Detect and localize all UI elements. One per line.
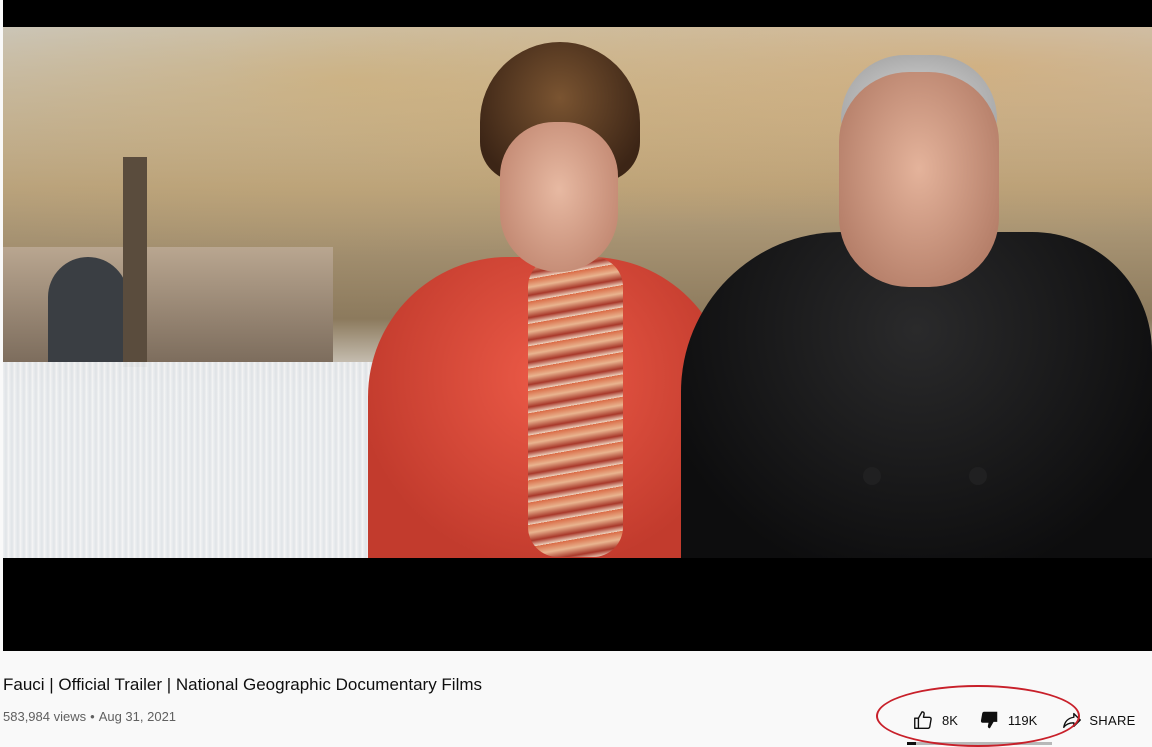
background-arch	[48, 257, 128, 362]
video-title: Fauci | Official Trailer | National Geog…	[3, 675, 483, 694]
thumb-up-icon	[914, 711, 932, 729]
share-label: SHARE	[1089, 712, 1136, 728]
like-count: 8K	[942, 712, 958, 728]
man-face	[839, 72, 999, 287]
coat-button	[863, 467, 881, 485]
view-count: 583,984 views	[3, 709, 87, 724]
background-tree	[123, 157, 147, 367]
video-actions: 8K 119K SHARE	[912, 707, 1136, 733]
woman-face	[500, 122, 618, 272]
like-button[interactable]: 8K	[912, 709, 958, 731]
video-frame[interactable]	[3, 27, 1152, 558]
dislike-button[interactable]: 119K	[978, 709, 1037, 731]
upload-date: Aug 31, 2021	[98, 709, 177, 724]
share-button[interactable]: SHARE	[1061, 709, 1135, 731]
video-player[interactable]	[3, 0, 1152, 651]
meta-separator: •	[90, 709, 95, 724]
sentiment-bar	[907, 742, 1052, 745]
thumb-down-icon	[980, 711, 998, 729]
woman-scarf	[528, 257, 623, 557]
dislike-count: 119K	[1007, 712, 1038, 728]
sentiment-bar-fill	[907, 742, 917, 745]
share-icon	[1063, 712, 1082, 729]
video-meta: 583,984 views • Aug 31, 2021	[3, 709, 176, 724]
coat-button	[969, 467, 987, 485]
